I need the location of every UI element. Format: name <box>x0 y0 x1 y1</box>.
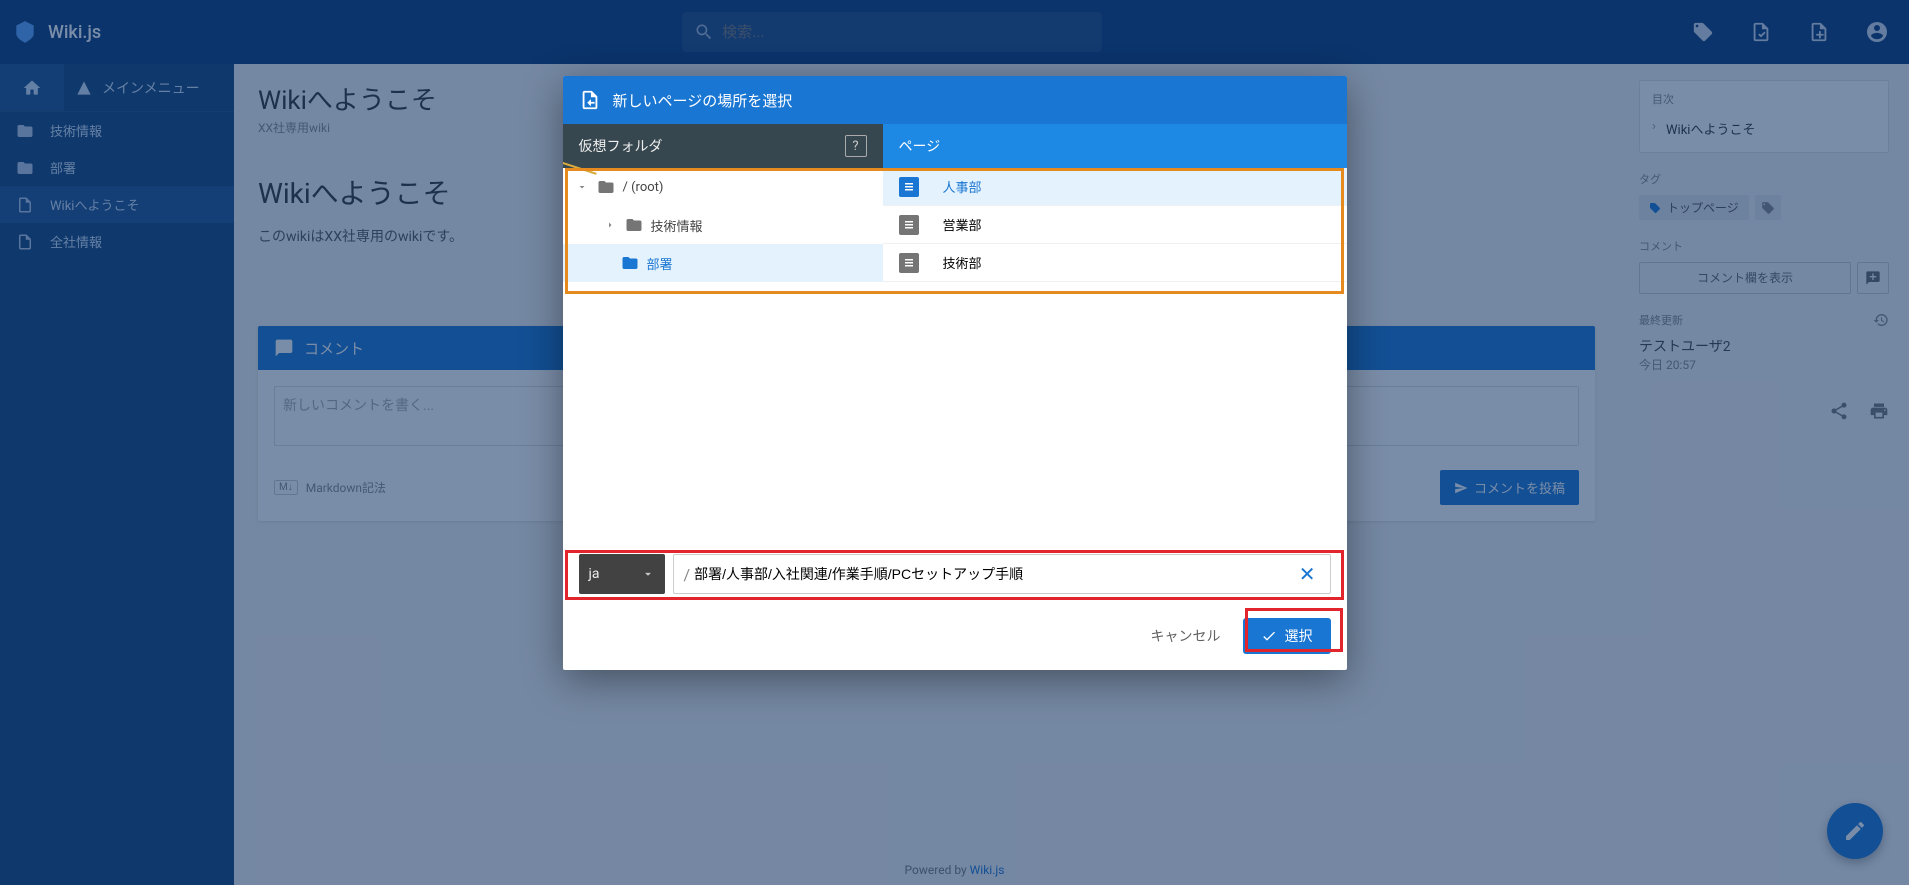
tree-folder-dept[interactable]: 部署 <box>563 244 883 282</box>
tree-folder-tech[interactable]: 技術情報 <box>563 206 883 244</box>
move-page-icon <box>579 89 601 111</box>
path-input-container: / ✕ <box>673 554 1331 594</box>
chevron-right-icon <box>604 219 616 231</box>
pages-header: ページ <box>899 136 941 156</box>
folder-icon <box>597 178 615 196</box>
page-item-sales[interactable]: 営業部 <box>883 206 1347 244</box>
language-select[interactable]: ja <box>579 554 665 594</box>
tree-root[interactable]: / (root) <box>563 168 883 206</box>
path-input[interactable] <box>694 566 1295 582</box>
page-label: 人事部 <box>943 177 982 196</box>
folder-icon <box>625 216 643 234</box>
dropdown-icon <box>641 567 655 581</box>
tree-label: / (root) <box>623 180 664 195</box>
page-label: 技術部 <box>943 253 982 272</box>
select-button[interactable]: 選択 <box>1243 618 1331 654</box>
check-icon <box>1261 628 1277 644</box>
clear-path-button[interactable]: ✕ <box>1295 562 1320 586</box>
tree-label: 技術情報 <box>651 216 703 235</box>
folder-icon <box>621 254 639 272</box>
tree-label: 部署 <box>647 254 673 273</box>
page-icon <box>903 219 915 231</box>
page-icon <box>903 181 915 193</box>
page-item-tech[interactable]: 技術部 <box>883 244 1347 282</box>
page-location-dialog: 既に登録済みの記事のフォルダ 新しいページの場所を選択 仮想フォルダ ? / (… <box>563 76 1347 670</box>
page-list: 人事部 営業部 技術部 <box>883 168 1347 538</box>
page-label: 営業部 <box>943 215 982 234</box>
page-icon <box>903 257 915 269</box>
folder-tree: / (root) 技術情報 部署 <box>563 168 883 538</box>
page-item-hr[interactable]: 人事部 <box>883 168 1347 206</box>
cancel-button[interactable]: キャンセル <box>1141 618 1231 654</box>
chevron-down-icon <box>576 181 588 193</box>
folders-header: 仮想フォルダ <box>579 136 663 156</box>
modal-overlay[interactable]: 既に登録済みの記事のフォルダ 新しいページの場所を選択 仮想フォルダ ? / (… <box>0 0 1909 885</box>
language-value: ja <box>589 566 600 582</box>
folders-help-button[interactable]: ? <box>845 135 867 157</box>
dialog-title: 新しいページの場所を選択 <box>613 90 793 111</box>
